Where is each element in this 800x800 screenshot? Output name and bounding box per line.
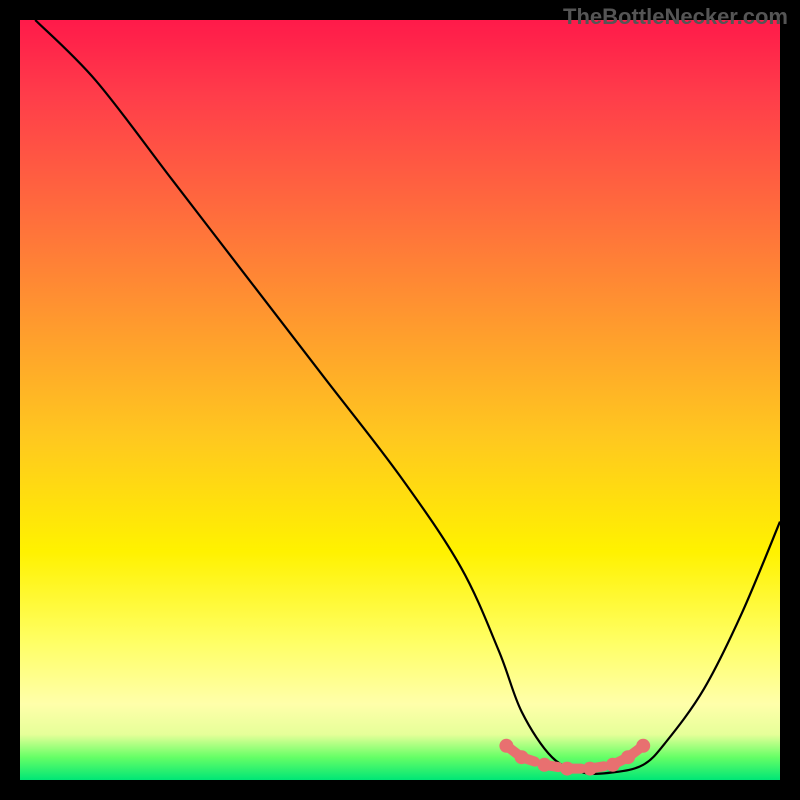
plot-area xyxy=(20,20,780,780)
gradient-background xyxy=(20,20,780,780)
watermark-text: TheBottleNecker.com xyxy=(563,4,788,30)
